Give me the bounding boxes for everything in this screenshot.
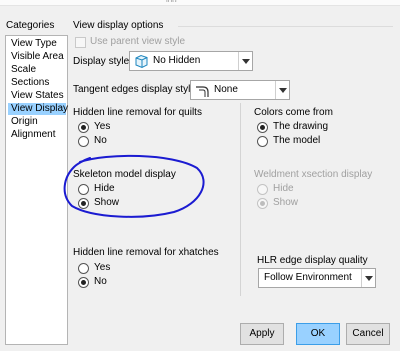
category-item-visible-area[interactable]: Visible Area [8, 51, 66, 63]
tangent-edges-value: None [214, 84, 238, 95]
dialog-title: ing [166, 0, 236, 2]
weldment-hide-label: Hide [273, 183, 294, 194]
column-separator [240, 103, 241, 296]
categories-heading: Categories [6, 20, 55, 31]
use-parent-view-style-checkbox[interactable] [75, 37, 86, 48]
quilts-no-label: No [94, 135, 107, 146]
group-title-rule [178, 26, 393, 27]
hlr-edge-quality-value: Follow Environment [264, 272, 352, 283]
hand-drawn-annotation-circle [63, 154, 205, 218]
display-style-value: No Hidden [153, 55, 201, 66]
hlr-edge-quality-dropdown[interactable]: Follow Environment [258, 268, 376, 288]
no-hidden-cube-icon [135, 54, 148, 69]
categories-list[interactable]: View Type Visible Area Scale Sections Vi… [5, 35, 68, 345]
category-item-alignment[interactable]: Alignment [8, 129, 66, 141]
xhatches-yes-label: Yes [94, 262, 111, 273]
display-style-label: Display style [73, 56, 130, 67]
ok-button[interactable]: OK [296, 323, 340, 345]
category-item-view-states[interactable]: View States [8, 90, 66, 102]
category-item-origin[interactable]: Origin [8, 116, 66, 128]
apply-button[interactable]: Apply [240, 323, 284, 345]
chevron-down-icon[interactable] [361, 269, 375, 287]
weldment-xsection-label: Weldment xsection display [254, 169, 373, 180]
use-parent-view-style-label: Use parent view style [90, 36, 186, 47]
weldment-show-radio[interactable] [257, 198, 268, 209]
colors-model-radio[interactable] [257, 136, 268, 147]
xhatches-no-label: No [94, 276, 107, 287]
quilts-no-radio[interactable] [78, 136, 89, 147]
weldment-hide-radio[interactable] [257, 184, 268, 195]
colors-model-label: The model [273, 135, 321, 146]
category-item-sections[interactable]: Sections [8, 77, 66, 89]
chevron-down-icon[interactable] [275, 81, 289, 99]
hidden-line-quilts-label: Hidden line removal for quilts [73, 107, 202, 118]
colors-come-from-label: Colors come from [254, 107, 333, 118]
xhatches-no-radio[interactable] [78, 277, 89, 288]
xhatches-yes-radio[interactable] [78, 263, 89, 274]
quilts-yes-radio[interactable] [78, 122, 89, 133]
tangent-edge-icon [196, 86, 209, 97]
category-item-view-type[interactable]: View Type [8, 38, 66, 50]
tangent-edges-dropdown[interactable]: None [190, 80, 290, 100]
category-item-scale[interactable]: Scale [8, 64, 66, 76]
cancel-button[interactable]: Cancel [346, 323, 390, 345]
hidden-line-xhatches-label: Hidden line removal for xhatches [73, 247, 219, 258]
colors-drawing-radio[interactable] [257, 122, 268, 133]
view-display-options-title: View display options [73, 20, 164, 31]
hlr-edge-quality-label: HLR edge display quality [257, 255, 368, 266]
display-style-dropdown[interactable]: No Hidden [129, 51, 253, 71]
colors-drawing-label: The drawing [273, 121, 329, 132]
quilts-yes-label: Yes [94, 121, 111, 132]
chevron-down-icon[interactable] [238, 52, 252, 70]
tangent-edges-label: Tangent edges display style [73, 84, 196, 95]
category-item-view-display[interactable]: View Display [8, 103, 68, 115]
weldment-show-label: Show [273, 197, 299, 208]
